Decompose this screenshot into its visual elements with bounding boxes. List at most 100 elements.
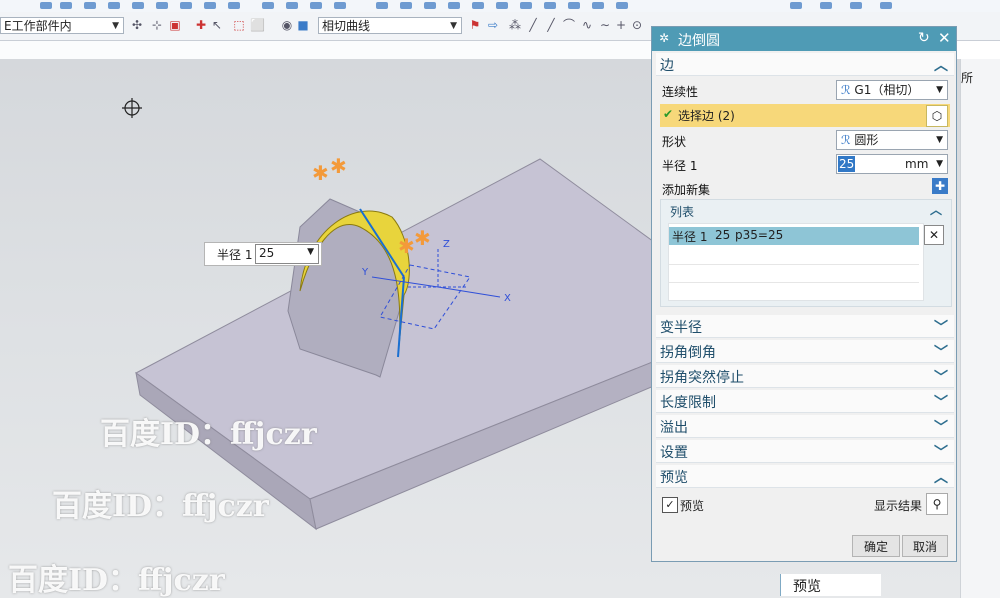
cancel-button[interactable]: 取消	[902, 535, 948, 557]
toolbar-icon[interactable]	[376, 2, 388, 9]
gear-icon[interactable]: ✲	[659, 31, 669, 45]
section-list[interactable]: 列表 ︿	[664, 201, 948, 221]
toolbar-icon[interactable]	[156, 2, 168, 9]
toolbar-icon[interactable]	[228, 2, 240, 9]
section-length-limit[interactable]: 长度限制 ﹀	[656, 390, 954, 413]
section-overflow[interactable]: 溢出 ﹀	[656, 415, 954, 438]
floating-radius-input[interactable]: 半径 1 25 ▼	[204, 242, 322, 266]
toolbar-icon[interactable]	[262, 2, 274, 9]
circle-center-icon[interactable]: ⊙	[630, 18, 644, 32]
arc-icon[interactable]: ⌒	[562, 18, 576, 32]
selection-scope-select[interactable]: E工作部件内 ▼	[0, 17, 124, 34]
toolbar-icon[interactable]	[204, 2, 216, 9]
check-icon: ✔	[663, 107, 674, 121]
table-row[interactable]: 半径 1 25 p35=25	[669, 227, 919, 245]
preview-checkbox[interactable]: ✓	[662, 497, 678, 513]
chevron-up-icon[interactable]: ︿	[934, 55, 948, 75]
toolbar-icon[interactable]	[448, 2, 460, 9]
chevron-down-icon[interactable]: ﹀	[934, 367, 948, 387]
section-stop-short[interactable]: 拐角突然停止 ﹀	[656, 365, 954, 388]
select-edge-row[interactable]: ✔ 选择边 (2) ⬡	[660, 104, 950, 127]
toolbar-icon[interactable]	[132, 2, 144, 9]
toolbar-icon[interactable]	[544, 2, 556, 9]
toolbar-icon[interactable]	[880, 2, 892, 9]
chevron-up-icon[interactable]: ︿	[934, 467, 948, 487]
spline-icon[interactable]: ∿	[580, 18, 594, 32]
cube-icon[interactable]: ⬡	[926, 105, 948, 127]
section-label: 变半径	[660, 320, 702, 336]
toolbar-icon[interactable]	[400, 2, 412, 9]
curve-rule-select[interactable]: 相切曲线 ▼	[318, 17, 462, 34]
radius-input[interactable]: 25 mm ▼	[836, 154, 948, 174]
deselect-icon[interactable]: ✚	[194, 18, 208, 32]
show-result-button[interactable]: ⚲	[926, 493, 948, 515]
shape-select[interactable]: ℛ 圆形 ▼	[836, 130, 948, 150]
pointer-icon[interactable]: ↖	[210, 18, 224, 32]
section-preview[interactable]: 预览 ︿	[656, 465, 954, 488]
bottom-preview-tab[interactable]: 预览	[780, 574, 881, 596]
toolbar-icon[interactable]	[84, 2, 96, 9]
crosshair-icon[interactable]: +	[614, 18, 628, 32]
chevron-down-icon[interactable]: ﹀	[934, 417, 948, 437]
ok-button[interactable]: 确定	[852, 535, 900, 557]
follow-fillet-icon[interactable]: ⇨	[486, 18, 500, 32]
drag-handle-icon[interactable]: ✱	[414, 226, 431, 250]
rectangle-select-icon[interactable]: ⬜	[250, 18, 265, 32]
remove-item-button[interactable]: ✕	[924, 225, 944, 245]
section-label: 拐角突然停止	[660, 370, 744, 386]
dialog-titlebar[interactable]: ✲ 边倒圆 ↻ ✕	[652, 27, 956, 51]
chevron-down-icon: ▼	[936, 85, 943, 95]
section-settings[interactable]: 设置 ﹀	[656, 440, 954, 463]
chevron-down-icon[interactable]: ﹀	[934, 317, 948, 337]
toolbar-icon[interactable]	[592, 2, 604, 9]
line-icon[interactable]: ╱	[526, 18, 540, 32]
radius-value[interactable]: 25	[838, 156, 856, 172]
toolbar-icon[interactable]	[850, 2, 862, 9]
chevron-down-icon[interactable]: ﹀	[934, 342, 948, 362]
chevron-down-icon[interactable]: ﹀	[934, 442, 948, 462]
eye-icon[interactable]: ◉	[280, 18, 294, 32]
toolbar-icon[interactable]	[616, 2, 628, 9]
stop-at-intersection-icon[interactable]: ⚑	[468, 18, 482, 32]
toolbar-icon[interactable]	[60, 2, 72, 9]
toolbar-icon[interactable]	[108, 2, 120, 9]
floating-radius-label: 半径 1	[217, 248, 253, 262]
midpoint-icon[interactable]: ∼	[598, 18, 612, 32]
toolbar-icon[interactable]	[790, 2, 802, 9]
toolbar-icon[interactable]	[310, 2, 322, 9]
lasso-icon[interactable]: ⬚	[232, 18, 246, 32]
add-new-set-button[interactable]: ✚	[932, 178, 948, 194]
toolbar-icon[interactable]	[568, 2, 580, 9]
toolbar-icon[interactable]	[496, 2, 508, 9]
snap-icon[interactable]: ⊹	[150, 18, 164, 32]
toolbar-icon[interactable]	[424, 2, 436, 9]
snap-point-icon[interactable]: ⁂	[508, 18, 522, 32]
continuity-select[interactable]: ℛ G1（相切） ▼	[836, 80, 948, 100]
drag-handle-icon[interactable]: ✱	[312, 161, 329, 185]
drag-handle-icon[interactable]: ✱	[398, 234, 415, 258]
floating-radius-field[interactable]: 25 ▼	[255, 244, 319, 264]
rotate-cursor-icon	[122, 98, 142, 118]
section-edge[interactable]: 边 ︿	[656, 53, 954, 76]
select-all-icon[interactable]: ▣	[168, 18, 182, 32]
section-variable-radius[interactable]: 变半径 ﹀	[656, 315, 954, 338]
cube-icon[interactable]: ■	[296, 18, 310, 32]
toolbar-icon[interactable]	[520, 2, 532, 9]
dialog-title: 边倒圆	[678, 33, 720, 49]
toolbar-icon[interactable]	[180, 2, 192, 9]
chevron-down-icon[interactable]: ﹀	[934, 392, 948, 412]
chevron-up-icon[interactable]: ︿	[930, 201, 942, 218]
close-icon[interactable]: ✕	[938, 29, 951, 47]
toolbar-icon[interactable]	[286, 2, 298, 9]
close-icon: ✕	[928, 228, 940, 242]
curve-rule-value: 相切曲线	[322, 19, 371, 33]
toolbar-icon[interactable]	[472, 2, 484, 9]
line-icon[interactable]: ╱	[544, 18, 558, 32]
toolbar-icon[interactable]	[820, 2, 832, 9]
toolbar-icon[interactable]	[334, 2, 346, 9]
toolbar-icon[interactable]	[40, 2, 52, 9]
drag-handle-icon[interactable]: ✱	[330, 154, 347, 178]
filter-icon[interactable]: ✣	[130, 18, 144, 32]
reset-icon[interactable]: ↻	[918, 30, 930, 46]
section-corner-setback[interactable]: 拐角倒角 ﹀	[656, 340, 954, 363]
